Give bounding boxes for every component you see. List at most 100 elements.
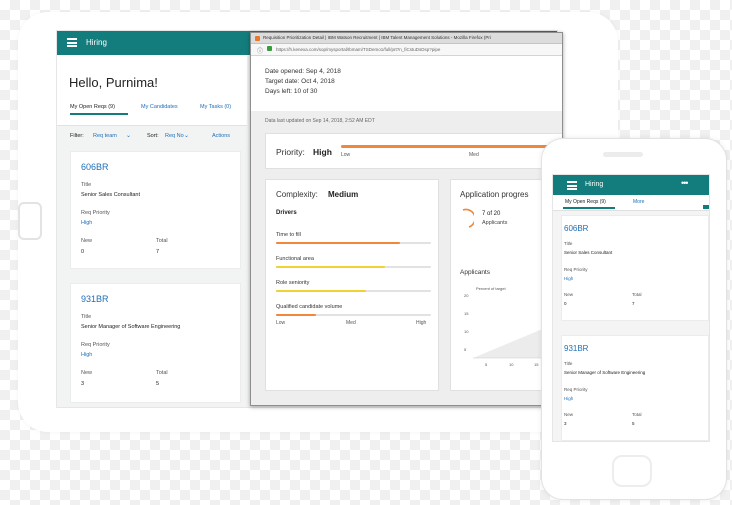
greeting-panel: Hello, Purnima! My Open Reqs (9) My Cand… [57,55,247,126]
progress-arc [462,208,474,228]
total-count: 7 [156,249,160,255]
title-label: Title [81,182,92,188]
total-count: 7 [632,301,635,306]
phone-screen: Hiring ••• My Open Reqs (9) More 606BR T… [552,174,710,442]
priority-label: Req Priority [81,210,110,216]
filter-dropdown[interactable]: Req team [93,133,117,139]
total-label: Total [156,370,168,376]
chevron-down-icon: ⌄ [126,133,132,139]
drivers-list: Time to fill Functional area Role seniorit… [276,232,431,332]
x-tick: 15 [534,362,539,367]
priority-bar [341,145,562,148]
app-title: Hiring [86,38,107,47]
priority-value: High [564,396,574,401]
driver-fill [276,290,366,292]
total-label: Total [632,412,642,417]
complexity-value: Medium [328,190,359,199]
req-title: Senior Sales Consultant [81,192,141,198]
window-title: Requisition Prioritization Detail | IBM … [263,35,491,40]
driver-row: Time to fill [276,232,431,256]
last-updated: Data last updated on Sep 14, 2018, 2:52 … [265,118,375,124]
new-count: 0 [564,301,567,306]
y-tick: 15 [464,311,469,316]
driver-fill [276,242,400,244]
driver-label: Time to fill [276,232,301,238]
priority-label: Req Priority [564,387,588,392]
date-opened: Date opened: Sep 4, 2018 [265,68,341,75]
req-card[interactable]: 606BR Title Senior Sales Consultant Req … [561,215,709,321]
driver-row: Functional area [276,256,431,280]
tab-my-tasks[interactable]: My Tasks (0) [200,104,231,110]
tab-my-open-reqs[interactable]: My Open Reqs (9) [565,199,606,205]
req-title: Senior Manager of Software Engineering [564,370,646,375]
favicon-icon [255,36,260,41]
browser-title-bar: Requisition Prioritization Detail | IBM … [251,33,562,44]
req-id[interactable]: 606BR [81,162,109,172]
scale-high: High [416,320,427,326]
complexity-label: Complexity: [276,190,318,199]
phone-home-button [612,455,652,487]
more-icon[interactable]: ••• [681,178,689,188]
scale-med: Med [346,320,356,326]
phone-speaker [603,152,643,157]
total-count: 5 [156,381,160,387]
scale-low: Low [276,320,286,326]
active-tab-underline [70,113,128,115]
drivers-label: Drivers [276,210,297,216]
req-card[interactable]: 606BR Title Senior Sales Consultant Req … [70,151,241,269]
browser-window: Requisition Prioritization Detail | IBM … [250,32,563,406]
title-label: Title [564,361,573,366]
phone-top-bar: Hiring ••• [553,175,709,195]
driver-label: Role seniority [276,280,310,286]
url-field[interactable]: https://h.kenexa.com/sop/mysportal/Ibmam… [276,47,556,52]
y-tick: 10 [464,329,469,334]
tab-scroll-indicator [703,205,709,209]
priority-label: Req Priority [81,342,110,348]
tab-my-candidates[interactable]: My Candidates [141,104,178,110]
sort-label: Sort: [147,133,159,139]
req-id[interactable]: 606BR [564,224,588,233]
phone-app-title: Hiring [585,181,604,188]
address-bar: ⓘ https://h.kenexa.com/sop/mysportal/Ibm… [251,44,562,56]
total-count: 5 [632,421,635,426]
greeting: Hello, Purnima! [69,75,158,90]
title-label: Title [81,314,92,320]
req-card[interactable]: 931BR Title Senior Manager of Software E… [561,335,709,441]
new-label: New [564,412,574,417]
tab-my-open-reqs[interactable]: My Open Reqs (9) [70,104,115,110]
new-count: 3 [564,421,567,426]
y-tick: 20 [464,293,469,298]
info-icon[interactable]: ⓘ [257,46,263,55]
priority-value: High [564,276,574,281]
new-count: 3 [81,381,85,387]
menu-icon[interactable] [67,38,77,47]
filter-label: Filter: [70,133,84,139]
req-id[interactable]: 931BR [564,344,588,353]
phone-tabs: My Open Reqs (9) More [553,195,709,211]
priority-card: Priority: High Low Med [265,133,562,169]
tab-more[interactable]: More [633,199,644,205]
new-count: 0 [81,249,85,255]
driver-fill [276,266,385,268]
total-label: Total [632,292,642,297]
menu-icon[interactable] [567,181,577,190]
driver-fill [276,314,316,316]
actions-dropdown[interactable]: Actions [212,133,230,139]
lock-icon [267,46,272,51]
applicant-count: 7 of 20 [482,211,501,217]
req-card[interactable]: 931BR Title Senior Manager of Software E… [70,283,241,403]
req-id[interactable]: 931BR [81,294,109,304]
x-tick: 10 [509,362,514,367]
driver-label: Functional area [276,256,314,262]
active-tab-underline [563,207,615,209]
chart-ylabel: Percent of target [476,286,506,291]
priority-label: Req Priority [564,267,588,272]
tablet-home-button [18,202,42,240]
target-date: Target date: Oct 4, 2018 [265,78,335,85]
priority-value: High [81,352,93,358]
chevron-down-icon: ⌄ [184,133,190,139]
application-label: Application progres [460,190,529,199]
priority-value: High [81,220,93,226]
scale-med: Med [469,152,479,158]
sort-dropdown[interactable]: Req No [165,133,184,139]
